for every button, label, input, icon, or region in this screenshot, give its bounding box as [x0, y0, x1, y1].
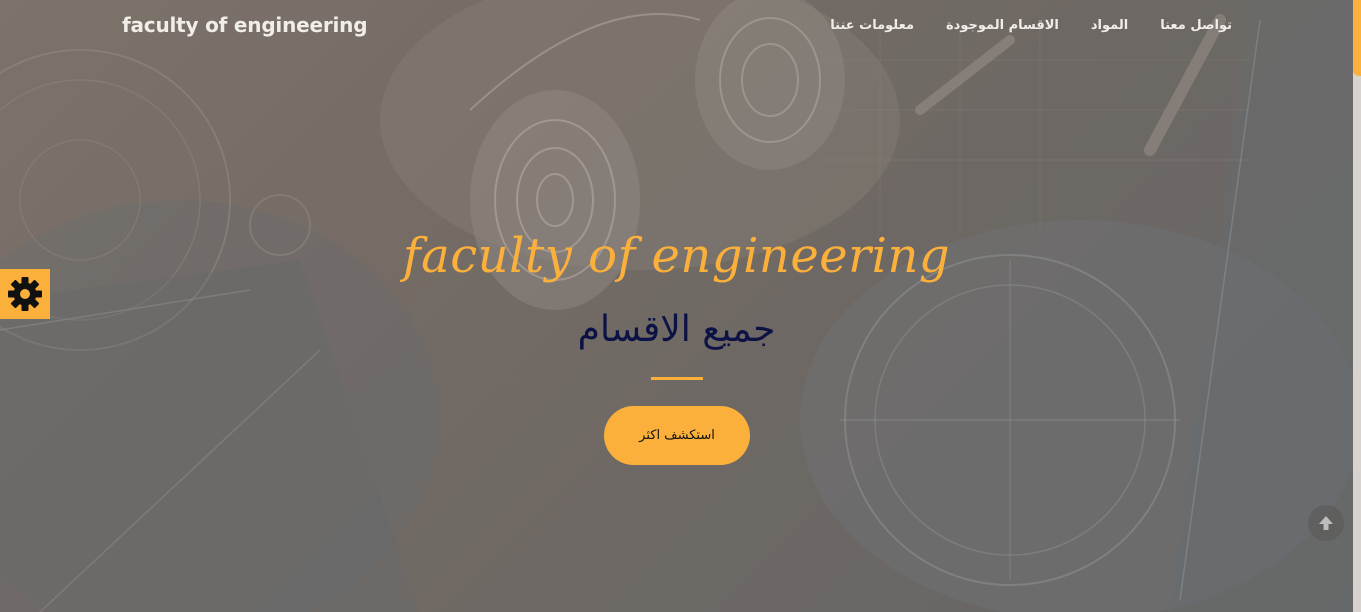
nav-link-about[interactable]: معلومات عننا — [830, 18, 914, 33]
site-brand[interactable]: faculty of engineering — [122, 13, 368, 37]
nav-links: معلومات عننا الاقسام الموجودة المواد توا… — [830, 18, 1232, 33]
scroll-to-top-button[interactable] — [1308, 505, 1344, 541]
explore-more-button[interactable]: استكشف اكثر — [604, 406, 750, 465]
title-divider — [651, 377, 703, 380]
nav-link-departments[interactable]: الاقسام الموجودة — [946, 18, 1059, 33]
nav-link-contact[interactable]: تواصل معنا — [1160, 18, 1232, 33]
background-overlay — [0, 0, 1361, 612]
hero-title: faculty of engineering — [402, 228, 951, 284]
arrow-up-circle-icon — [1319, 516, 1333, 530]
top-navbar: faculty of engineering معلومات عننا الاق… — [0, 0, 1361, 54]
hero-section: faculty of engineering معلومات عننا الاق… — [0, 0, 1361, 612]
nav-link-subjects[interactable]: المواد — [1091, 18, 1128, 33]
hero-subtitle: جميع الاقسام — [577, 309, 776, 350]
page-scrollbar[interactable] — [1353, 0, 1361, 612]
